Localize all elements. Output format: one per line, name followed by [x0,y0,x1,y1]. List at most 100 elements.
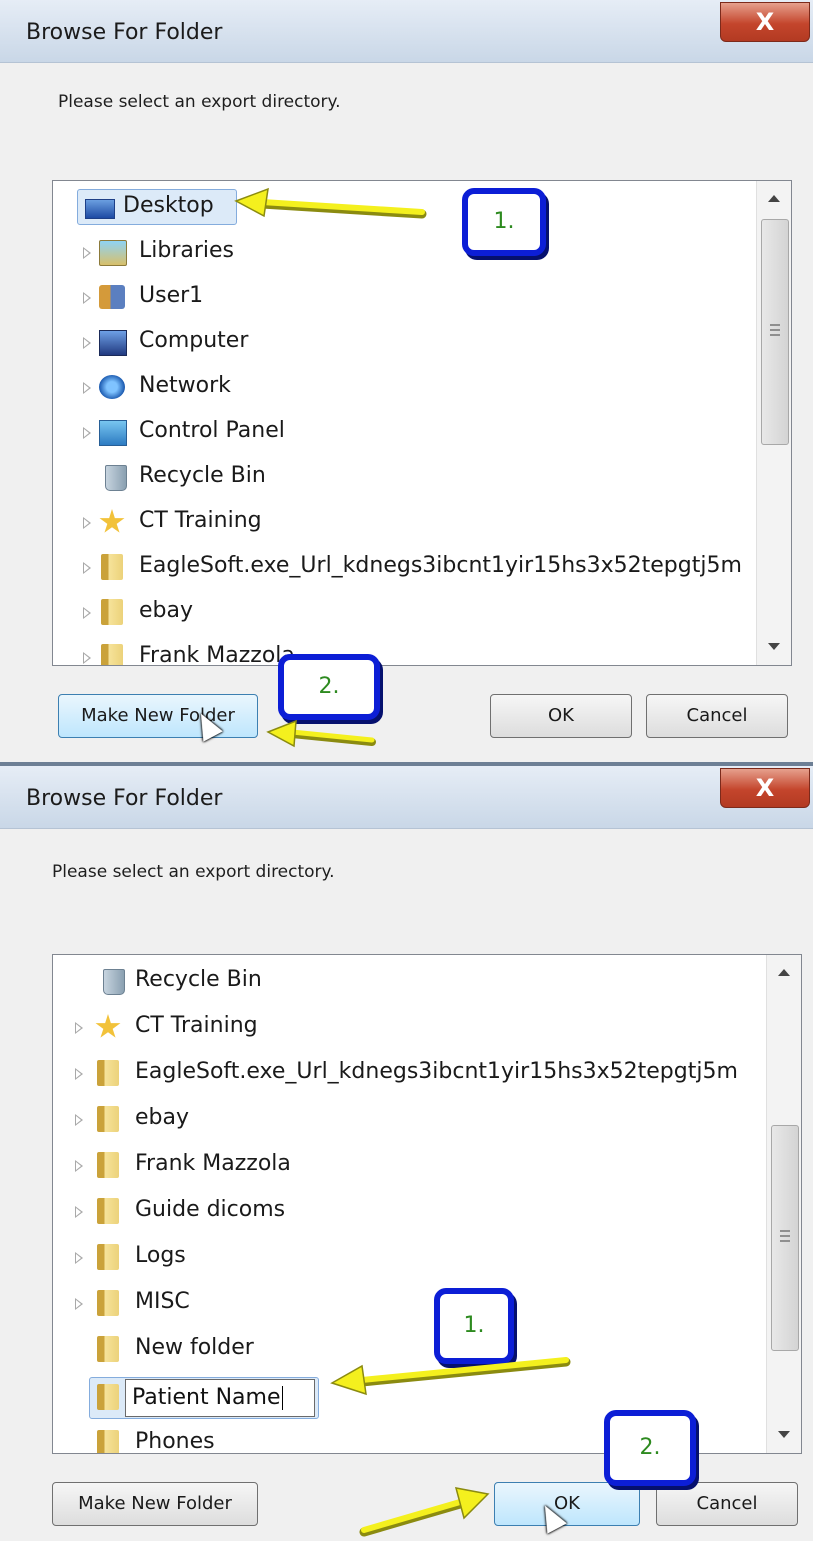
scroll-down-arrow-icon[interactable] [757,631,791,665]
cancel-button[interactable]: Cancel [646,694,788,738]
expand-arrow-icon[interactable] [75,1252,83,1264]
scroll-up-arrow-icon[interactable] [757,181,791,215]
rename-input-text: Patient Name [132,1385,281,1410]
expand-arrow-icon[interactable] [83,562,91,574]
tree-item-label: Libraries [139,238,235,263]
scroll-down-arrow-icon[interactable] [767,1419,801,1453]
tree-item-label: Network [139,373,231,398]
folder-icon [101,644,123,665]
tree-item-libraries[interactable]: Libraries [53,234,753,270]
grip-line [780,1230,790,1232]
tree-item-frank-mazzola[interactable]: Frank Mazzola [53,1147,753,1183]
tree-item-logs[interactable]: Logs [53,1239,753,1275]
tree-item-ct-training[interactable]: CT Training [53,504,753,540]
expand-arrow-icon[interactable] [83,337,91,349]
rename-input[interactable]: Patient Name [125,1379,315,1417]
network-icon [99,375,125,399]
browse-folder-dialog-step2: Browse For Folder X Please select an exp… [0,766,813,1541]
tree-item-label: User1 [139,283,204,308]
folder-icon [97,1244,119,1270]
user-icon [99,285,125,309]
close-button[interactable]: X [720,2,810,42]
make-new-folder-button[interactable]: Make New Folder [52,1482,258,1526]
star-icon [99,509,125,533]
tree-item-user1[interactable]: User1 [53,279,753,315]
expand-arrow-icon[interactable] [75,1298,83,1310]
expand-arrow-icon[interactable] [75,1114,83,1126]
tree-item-label: Control Panel [139,418,285,443]
tree-item-guide-dicoms[interactable]: Guide dicoms [53,1193,753,1229]
expand-arrow-icon[interactable] [83,517,91,529]
tree-item-network[interactable]: Network [53,369,753,405]
expand-arrow-icon[interactable] [83,382,91,394]
text-caret [281,1386,283,1410]
scroll-up-arrow-icon[interactable] [767,955,801,989]
expand-arrow-icon[interactable] [83,292,91,304]
expand-arrow-icon[interactable] [75,1022,83,1034]
tree-item-frank-mazzola[interactable]: Frank Mazzola [53,639,753,666]
ok-button[interactable]: OK [490,694,632,738]
close-button[interactable]: X [720,768,810,808]
grip-line [780,1240,790,1242]
tree-item-ct-training[interactable]: CT Training [53,1009,753,1045]
vertical-scrollbar[interactable] [766,955,801,1453]
dialog-prompt: Please select an export directory. [58,92,341,112]
tree-item-label: Frank Mazzola [139,643,295,666]
title-bar: Browse For Folder X [0,0,813,63]
tree-item-recycle-bin[interactable]: Recycle Bin [53,459,753,495]
step-2-callout: 2. [278,654,380,720]
expand-arrow-icon[interactable] [83,652,91,664]
grip-line [770,324,780,326]
tree-item-ebay[interactable]: ebay [53,594,753,630]
folder-icon [97,1290,119,1316]
tree-item-ebay[interactable]: ebay [53,1101,753,1137]
expand-arrow-icon[interactable] [75,1206,83,1218]
tree-item-label: EagleSoft.exe_Url_kdnegs3ibcnt1yir15hs3x… [139,553,742,578]
tree-item-label: Guide dicoms [135,1197,286,1222]
expand-arrow-icon[interactable] [83,247,91,259]
computer-icon [99,330,127,356]
step-2-callout: 2. [604,1410,696,1486]
tree-item-label: ebay [135,1105,190,1130]
grip-line [770,334,780,336]
tree-item-label: CT Training [135,1013,258,1038]
desktop-icon [85,199,115,219]
make-new-folder-button[interactable]: Make New Folder [58,694,258,738]
tree-item-label: MISC [135,1289,190,1314]
tree-item-label: Desktop [123,193,214,218]
tree-item-eaglesoft[interactable]: EagleSoft.exe_Url_kdnegs3ibcnt1yir15hs3x… [53,1055,753,1091]
folder-icon [97,1198,119,1224]
tree-item-label: ebay [139,598,194,623]
title-bar: Browse For Folder X [0,766,813,829]
annotation-arrow-icon [266,719,376,748]
folder-icon [101,554,123,580]
folder-icon [97,1152,119,1178]
folder-tree[interactable]: Desktop Libraries User1 Computer Network… [52,180,792,666]
tree-item-control-panel[interactable]: Control Panel [53,414,753,450]
tree-item-eaglesoft[interactable]: EagleSoft.exe_Url_kdnegs3ibcnt1yir15hs3x… [53,549,753,585]
recycle-bin-icon [105,465,127,491]
folder-icon [101,599,123,625]
tree-item-label: CT Training [139,508,262,533]
tree-item-label: Logs [135,1243,186,1268]
step-1-callout: 1. [462,188,546,256]
tree-item-label: Phones [135,1429,215,1454]
grip-line [780,1235,790,1237]
expand-arrow-icon[interactable] [75,1068,83,1080]
expand-arrow-icon[interactable] [83,427,91,439]
annotation-arrow-icon [359,1487,490,1537]
ok-button[interactable]: OK [494,1482,640,1526]
libraries-icon [99,240,127,266]
star-icon [95,1014,121,1038]
scroll-thumb[interactable] [771,1125,799,1351]
browse-folder-dialog-step1: Browse For Folder X Please select an exp… [0,0,813,762]
tree-item-computer[interactable]: Computer [53,324,753,360]
expand-arrow-icon[interactable] [83,607,91,619]
tree-item-recycle-bin[interactable]: Recycle Bin [53,963,753,999]
tree-item-misc[interactable]: MISC [53,1285,753,1321]
cancel-button[interactable]: Cancel [656,1482,798,1526]
vertical-scrollbar[interactable] [756,181,791,665]
scroll-thumb[interactable] [761,219,789,445]
tree-item-label: New folder [135,1335,254,1360]
expand-arrow-icon[interactable] [75,1160,83,1172]
